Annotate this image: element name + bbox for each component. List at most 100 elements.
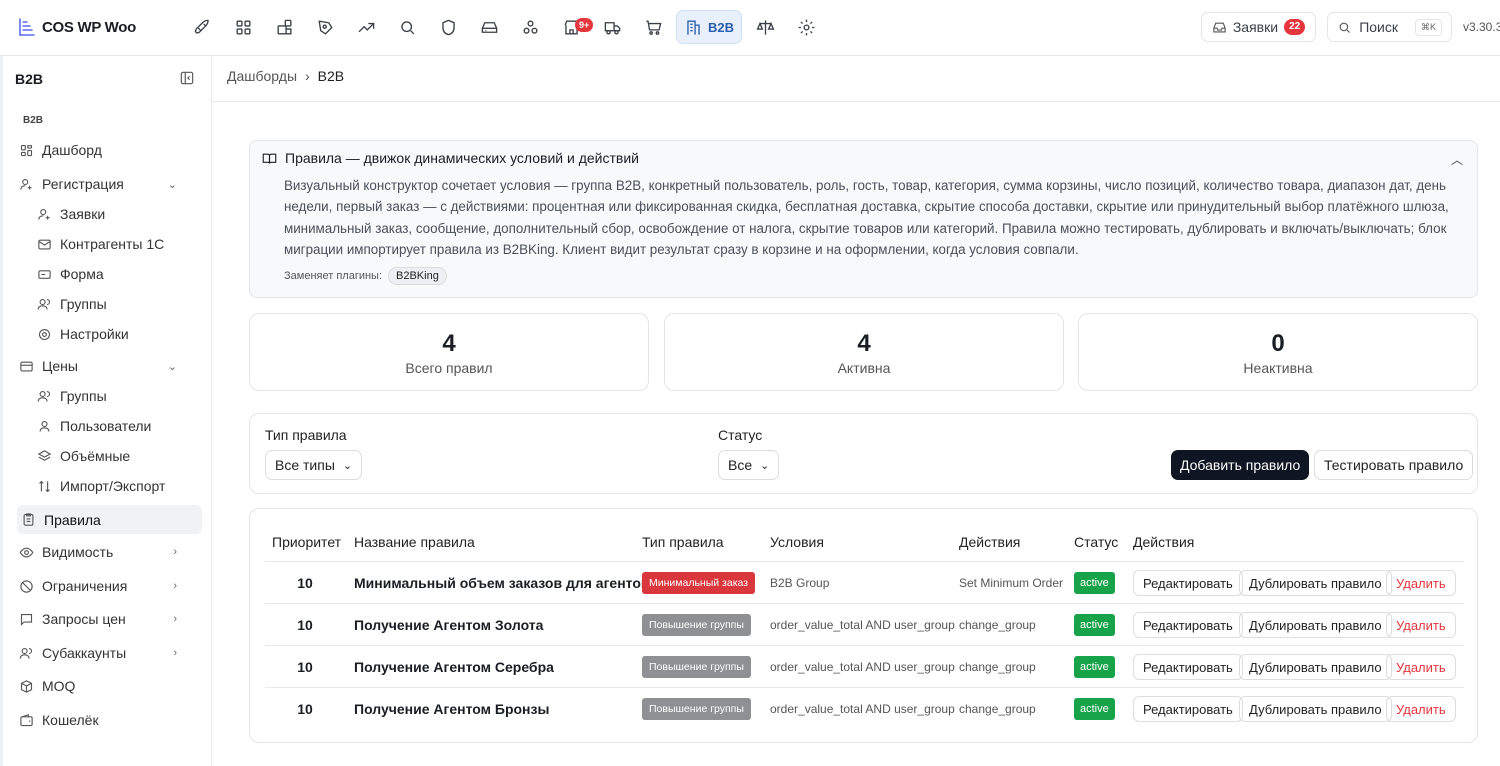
chevron-up-icon[interactable]: ︿ (1451, 151, 1463, 168)
duplicate-button[interactable]: Дублировать правило (1239, 654, 1392, 680)
info-description: Визуальный конструктор сочетает условия … (284, 178, 1449, 257)
sidebar-item-registration[interactable]: Регистрация ⌄ (19, 171, 195, 197)
stat-label: Активна (837, 360, 891, 376)
delete-button[interactable]: Удалить (1386, 696, 1456, 722)
edit-button[interactable]: Редактировать (1133, 570, 1243, 596)
chevron-right-icon: › (173, 546, 177, 558)
sidebar-item-users[interactable]: Пользователи (37, 413, 151, 439)
cart-icon[interactable] (635, 10, 671, 44)
sidebar-item-contractors[interactable]: Контрагенты 1С (37, 231, 164, 257)
mail-icon (38, 239, 51, 249)
replaces-chip: B2BKing (388, 267, 447, 285)
sidebar-item-label: Объёмные (60, 448, 131, 464)
status-select[interactable]: Все ⌄ (718, 450, 780, 480)
requests-button[interactable]: Заявки 22 (1200, 12, 1317, 42)
duplicate-button[interactable]: Дублировать правило (1239, 570, 1392, 596)
sidebar-item-dashboard[interactable]: Дашборд (19, 137, 102, 163)
sidebar-item-label: Субаккаунты (42, 645, 127, 661)
layers-icon (37, 449, 52, 461)
status-badge: active (1074, 572, 1115, 594)
stat-label: Неактивна (1243, 360, 1313, 376)
sidebar-item-restrictions[interactable]: Ограничения › (19, 573, 195, 599)
sidebar-item-settings[interactable]: Настройки (37, 321, 129, 347)
sidebar-item-label: Пользователи (60, 418, 152, 434)
sidebar-item-price-requests[interactable]: Запросы цен › (19, 606, 195, 632)
nav-badge: 9+ (575, 18, 594, 32)
sidebar-item-label: Кошелёк (42, 712, 99, 728)
sidebar-item-prices[interactable]: Цены ⌄ (19, 353, 195, 379)
sidebar-item-form[interactable]: Форма (37, 261, 104, 287)
edit-button[interactable]: Редактировать (1133, 654, 1243, 680)
duplicate-button[interactable]: Дублировать правило (1239, 696, 1392, 722)
rule-type-select[interactable]: Все типы ⌄ (265, 450, 363, 480)
top-right-actions: Заявки 22 Поиск ⌘K v3.30.3 (1200, 12, 1500, 42)
search-shortcut: ⌘K (1414, 18, 1442, 36)
delete-button[interactable]: Удалить (1386, 654, 1456, 680)
book-open-icon (262, 153, 277, 164)
drive-icon[interactable] (471, 10, 507, 44)
sidebar-item-wallet[interactable]: Кошелёк (19, 707, 99, 733)
shield-icon[interactable] (430, 10, 466, 44)
grid-icon[interactable] (225, 10, 261, 44)
sidebar-item-moq[interactable]: MOQ (19, 673, 75, 699)
column-header: Статус (1074, 534, 1119, 550)
blocks-icon[interactable] (266, 10, 302, 44)
logo[interactable]: COS WP Woo (16, 16, 136, 38)
wallet-icon (20, 713, 33, 726)
sidebar-item-label: Заявки (60, 206, 106, 222)
sidebar-item-rules[interactable]: Правила (17, 505, 202, 534)
add-rule-button[interactable]: Добавить правило (1171, 450, 1310, 480)
table-row: 10 Получение Агентом Серебра Повышение г… (265, 645, 1464, 687)
duplicate-button[interactable]: Дублировать правило (1239, 612, 1392, 638)
store-icon[interactable]: 9+ (553, 10, 594, 44)
scale-icon[interactable] (747, 10, 783, 44)
b2b-nav-button[interactable]: B2B (676, 10, 742, 44)
search-icon[interactable] (389, 10, 425, 44)
rule-name: Получение Агентом Бронзы (354, 701, 550, 717)
clipboard-icon (23, 513, 34, 526)
rocket-icon[interactable] (184, 10, 220, 44)
test-rule-button[interactable]: Тестировать правило (1314, 450, 1474, 480)
sidebar-item-visibility[interactable]: Видимость › (19, 539, 195, 565)
rule-actions: change_group (959, 660, 1036, 674)
sidebar-item-subaccounts[interactable]: Субаккаунты › (19, 640, 195, 666)
sidebar-item-label: Цены (42, 358, 78, 374)
trending-up-icon[interactable] (348, 10, 384, 44)
breadcrumb-parent[interactable]: Дашборды (227, 68, 297, 84)
users-icon (37, 390, 51, 402)
search-button[interactable]: Поиск ⌘K (1327, 12, 1452, 42)
sidebar-item-groups[interactable]: Группы (37, 291, 107, 317)
delete-button[interactable]: Удалить (1386, 570, 1456, 596)
cogs-icon[interactable] (512, 10, 548, 44)
status-label: Статус (718, 427, 763, 443)
info-title[interactable]: Правила — движок динамических условий и … (262, 150, 639, 166)
sidebar-item-requests[interactable]: Заявки (37, 201, 105, 227)
delete-button[interactable]: Удалить (1386, 612, 1456, 638)
sidebar-item-price-groups[interactable]: Группы (37, 383, 107, 409)
edit-button[interactable]: Редактировать (1133, 696, 1243, 722)
sidebar-item-volume[interactable]: Объёмные (37, 443, 130, 469)
info-card: Правила — движок динамических условий и … (249, 140, 1478, 298)
column-header: Приоритет (272, 534, 342, 550)
chevron-down-icon: ⌄ (167, 360, 177, 373)
sidebar-collapse-icon[interactable] (180, 71, 194, 85)
status-value: Все (728, 457, 753, 473)
search-label: Поиск (1359, 19, 1398, 35)
edit-button[interactable]: Редактировать (1133, 612, 1243, 638)
rule-conditions: order_value_total AND user_group (770, 618, 955, 632)
breadcrumb-current: B2B (317, 68, 345, 84)
truck-icon[interactable] (594, 10, 630, 44)
inbox-icon (1213, 22, 1226, 32)
sidebar-item-label: Регистрация (42, 176, 124, 192)
sidebar-item-import-export[interactable]: Импорт/Экспорт (37, 473, 165, 499)
replaces-row: Заменяет плагины: B2BKing (284, 267, 447, 285)
rule-priority: 10 (297, 659, 313, 675)
users-icon (19, 647, 33, 659)
sidebar-item-label: Импорт/Экспорт (60, 478, 166, 494)
top-bar: COS WP Woo 9+ B2B Заявки 22 Поиск ⌘K v3.… (0, 0, 1500, 56)
pen-tool-icon[interactable] (307, 10, 343, 44)
column-header: Тип правила (642, 534, 724, 550)
gear-icon[interactable] (788, 10, 824, 44)
status-badge: active (1074, 614, 1115, 636)
rule-name: Получение Агентом Серебра (354, 659, 554, 675)
